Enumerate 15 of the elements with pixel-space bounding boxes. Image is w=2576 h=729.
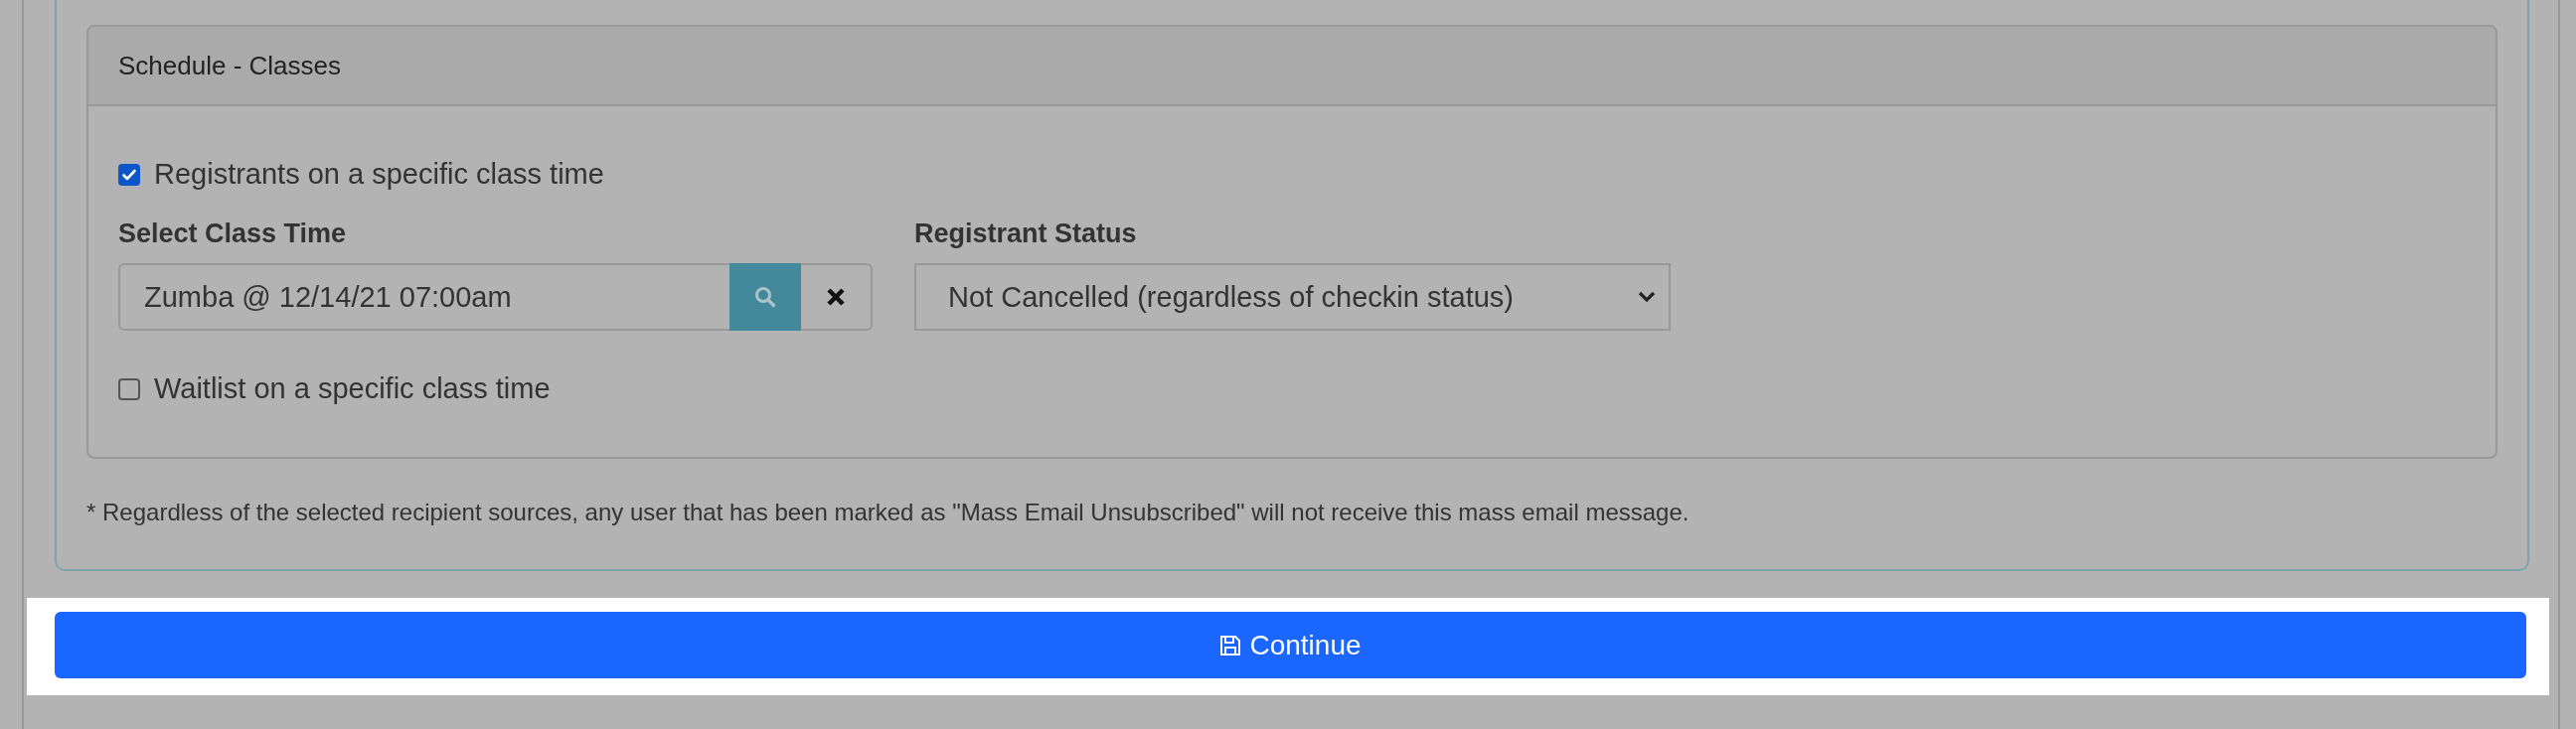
checkbox-label[interactable]: Registrants on a specific class time — [154, 158, 604, 191]
card-title: Schedule - Classes — [118, 50, 341, 81]
input-field[interactable]: Zumba @ 12/14/21 07:00am — [118, 263, 729, 331]
checkbox[interactable] — [118, 163, 140, 186]
continue-button[interactable]: Continue — [55, 612, 2526, 678]
checkbox[interactable] — [118, 377, 140, 400]
footnote: * Regardless of the selected recipient sources, any user that has been marked as "Mass Email Unsubscribed" will not receive this mass email message. — [86, 499, 1690, 526]
field-label: Select Class Time — [118, 219, 348, 249]
close-icon — [826, 287, 846, 307]
checkbox-label[interactable]: Waitlist on a specific class time — [154, 372, 551, 405]
field-label: Registrant Status — [914, 219, 1138, 249]
search-icon — [753, 285, 777, 309]
clear-button[interactable] — [801, 263, 873, 331]
chevron-down-icon — [1637, 290, 1657, 304]
status-dropdown[interactable]: Not Cancelled (regardless of checkin status) — [914, 263, 1671, 331]
